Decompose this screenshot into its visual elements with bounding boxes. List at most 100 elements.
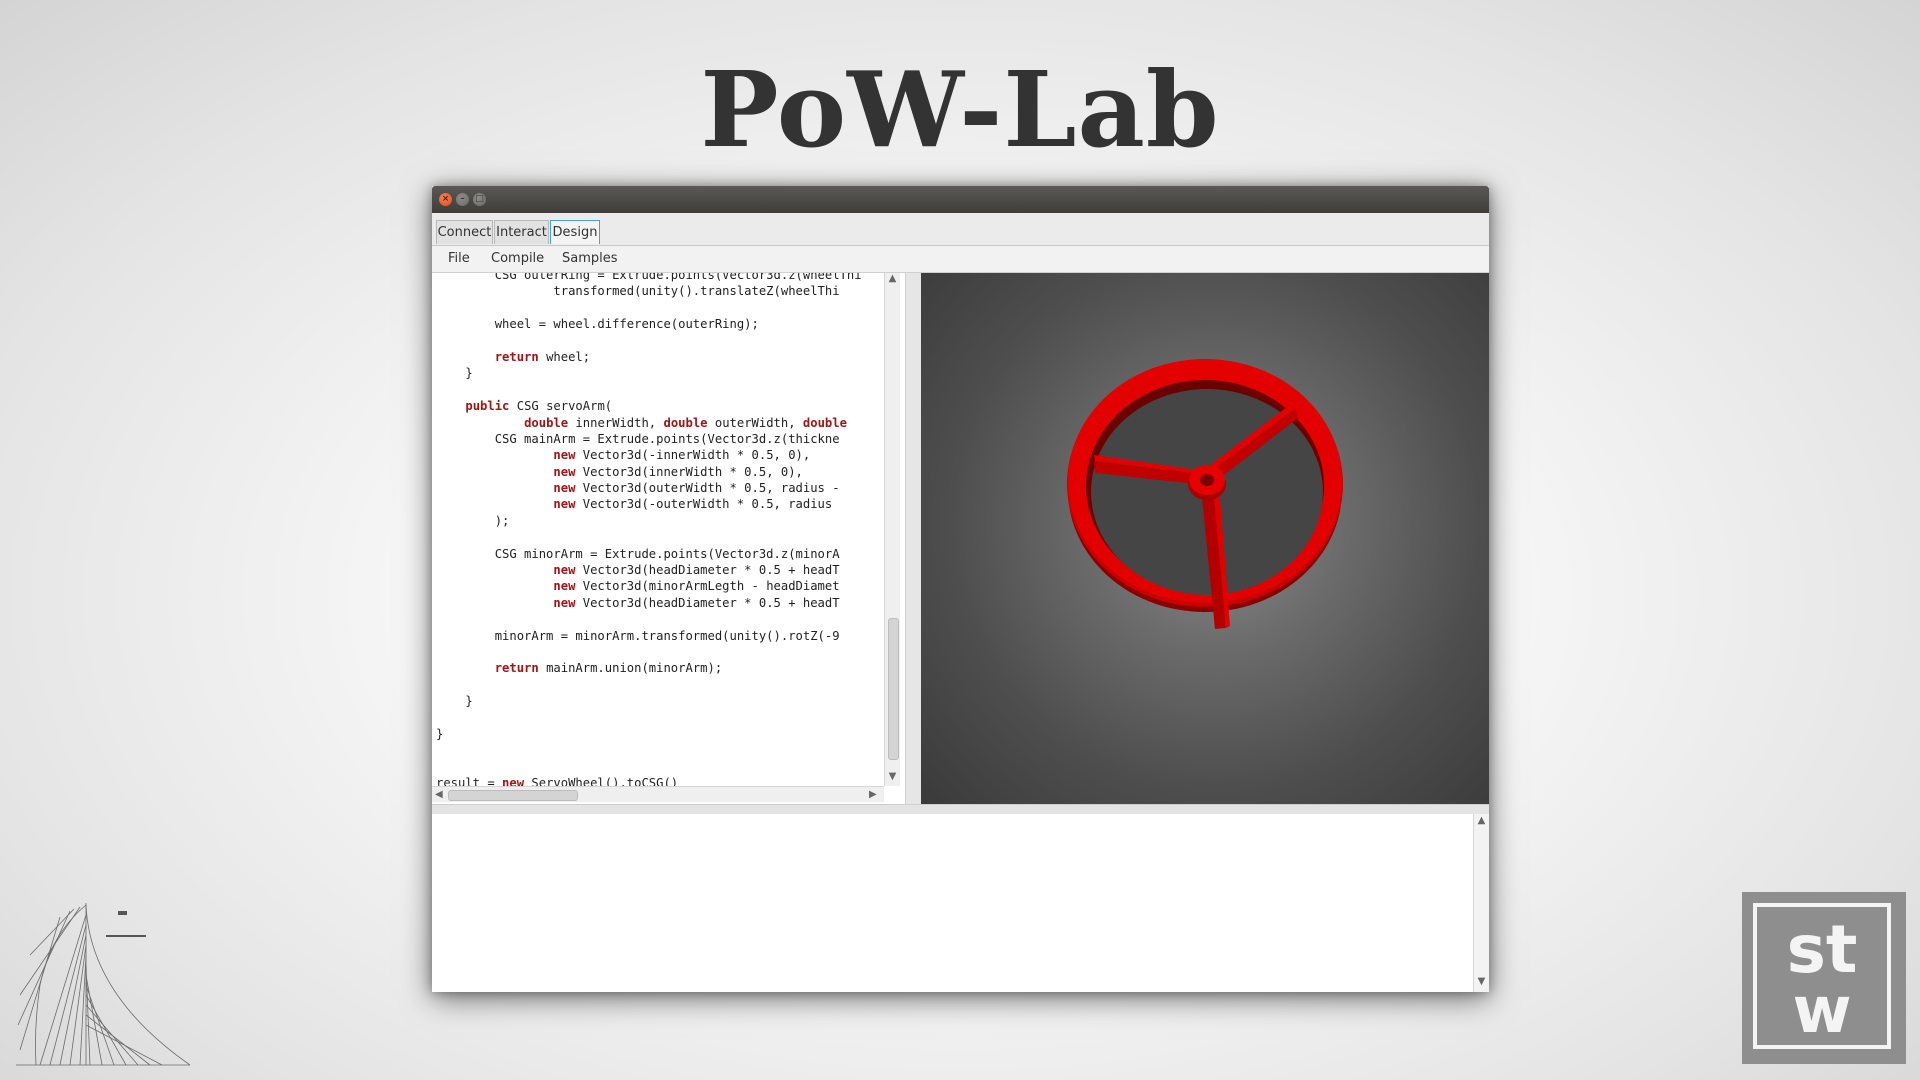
code-line[interactable]: transformed(unity().translateZ(wheelThi: [436, 283, 862, 299]
slide-title: PoW-Lab: [700, 48, 1220, 171]
code-keyword: new: [553, 464, 576, 479]
code-editor[interactable]: CSG outerRing = Extrude.points(Vector3d.…: [432, 273, 905, 804]
maximize-icon[interactable]: □: [473, 193, 486, 206]
code-keyword: double: [802, 415, 847, 430]
code-line[interactable]: new Vector3d(innerWidth * 0.5, 0),: [436, 464, 862, 480]
code-token: CSG minorArm = Extrude.points(Vector3d.z…: [436, 546, 840, 561]
scroll-up-icon[interactable]: ▲: [885, 273, 900, 284]
code-token: CSG mainArm = Extrude.points(Vector3d.z(…: [436, 431, 840, 446]
code-line[interactable]: return mainArm.union(minorArm);: [436, 660, 862, 676]
code-keyword: new: [553, 497, 576, 512]
code-token: }: [436, 694, 473, 709]
menu-compile[interactable]: Compile: [491, 251, 544, 266]
editor-horizontal-scrollbar[interactable]: ◀ ▶: [432, 786, 884, 802]
scroll-down-icon[interactable]: ▼: [885, 771, 900, 782]
editor-vertical-scrollbar[interactable]: ▲ ▼: [884, 273, 900, 786]
console-vertical-scrollbar[interactable]: ▲ ▼: [1473, 814, 1489, 992]
code-text[interactable]: CSG outerRing = Extrude.points(Vector3d.…: [436, 273, 862, 792]
code-line[interactable]: new Vector3d(headDiameter * 0.5 + headT: [436, 595, 862, 611]
code-keyword: new: [553, 563, 576, 578]
code-line[interactable]: CSG outerRing = Extrude.points(Vector3d.…: [436, 273, 862, 283]
pow-lab-window: × – □ Connect Interact Design File Compi…: [432, 186, 1489, 992]
code-keyword: new: [553, 579, 576, 594]
code-line[interactable]: [436, 529, 862, 545]
code-line[interactable]: [436, 611, 862, 627]
tab-design[interactable]: Design: [550, 220, 600, 244]
minimize-icon[interactable]: –: [456, 193, 469, 206]
code-line[interactable]: public CSG servoArm(: [436, 398, 862, 414]
code-line[interactable]: double innerWidth, double outerWidth, do…: [436, 415, 862, 431]
menu-file[interactable]: File: [448, 251, 470, 266]
code-token: Vector3d(-innerWidth * 0.5, 0),: [575, 448, 811, 463]
code-token: CSG servoArm(: [509, 399, 613, 414]
menu-bar: File Compile Samples: [432, 246, 1489, 273]
window-titlebar[interactable]: × – □: [432, 186, 1489, 213]
code-line[interactable]: wheel = wheel.difference(outerRing);: [436, 316, 862, 332]
editor-horizontal-scroll-thumb[interactable]: [448, 790, 578, 801]
code-keyword: return: [494, 661, 539, 676]
vertical-split-divider[interactable]: [905, 273, 922, 804]
3d-viewport[interactable]: [921, 273, 1489, 804]
code-line[interactable]: );: [436, 513, 862, 529]
tab-interact[interactable]: Interact: [494, 220, 549, 244]
code-token: Vector3d(headDiameter * 0.5 + headT: [575, 563, 840, 578]
code-line[interactable]: return wheel;: [436, 349, 862, 365]
code-token: minorArm = minorArm.transformed(unity().…: [436, 628, 840, 643]
code-line[interactable]: [436, 300, 862, 316]
code-line[interactable]: [436, 382, 862, 398]
tab-bar: Connect Interact Design: [432, 213, 1489, 246]
code-line[interactable]: new Vector3d(headDiameter * 0.5 + headT: [436, 562, 862, 578]
code-line[interactable]: }: [436, 726, 862, 742]
code-token: );: [436, 513, 510, 528]
code-token: wheel;: [538, 349, 591, 364]
code-line[interactable]: [436, 759, 862, 775]
menu-samples[interactable]: Samples: [562, 251, 618, 266]
code-keyword: new: [553, 448, 576, 463]
code-line[interactable]: CSG mainArm = Extrude.points(Vector3d.z(…: [436, 431, 862, 447]
code-token: CSG outerRing = Extrude.points(Vector3d.…: [436, 273, 862, 282]
code-token: }: [436, 366, 473, 381]
code-line[interactable]: minorArm = minorArm.transformed(unity().…: [436, 628, 862, 644]
code-line[interactable]: [436, 644, 862, 660]
code-line[interactable]: [436, 677, 862, 693]
code-line[interactable]: new Vector3d(-outerWidth * 0.5, radius: [436, 496, 862, 512]
code-line[interactable]: new Vector3d(outerWidth * 0.5, radius -: [436, 480, 862, 496]
code-keyword: double: [663, 415, 708, 430]
code-keyword: new: [553, 481, 576, 496]
code-keyword: public: [465, 399, 510, 414]
code-token: }: [436, 726, 444, 741]
curve-sketch-logo: [10, 895, 200, 1070]
code-token: innerWidth,: [568, 415, 664, 430]
scroll-right-icon[interactable]: ▶: [869, 787, 877, 802]
tab-connect[interactable]: Connect: [436, 220, 493, 244]
code-line[interactable]: new Vector3d(-innerWidth * 0.5, 0),: [436, 447, 862, 463]
code-token: mainArm.union(minorArm);: [538, 661, 723, 676]
stw-logo: st w: [1742, 892, 1906, 1064]
code-line[interactable]: CSG minorArm = Extrude.points(Vector3d.z…: [436, 546, 862, 562]
editor-vertical-scroll-thumb[interactable]: [888, 618, 899, 760]
code-line[interactable]: [436, 710, 862, 726]
console-scroll-down-icon[interactable]: ▼: [1474, 976, 1489, 987]
code-token: Vector3d(headDiameter * 0.5 + headT: [575, 595, 840, 610]
servo-wheel-model[interactable]: [921, 273, 1489, 804]
code-line[interactable]: }: [436, 693, 862, 709]
code-token: Vector3d(outerWidth * 0.5, radius -: [575, 481, 840, 496]
code-keyword: return: [494, 349, 539, 364]
code-line[interactable]: }: [436, 365, 862, 381]
code-keyword: double: [524, 415, 569, 430]
scroll-left-icon[interactable]: ◀: [435, 787, 443, 802]
code-line[interactable]: [436, 333, 862, 349]
code-token: transformed(unity().translateZ(wheelThi: [436, 284, 840, 299]
code-line[interactable]: [436, 742, 862, 758]
console-scroll-up-icon[interactable]: ▲: [1474, 815, 1489, 826]
close-icon[interactable]: ×: [439, 193, 452, 206]
code-line[interactable]: new Vector3d(minorArmLegth - headDiamet: [436, 578, 862, 594]
output-console[interactable]: ▲ ▼: [432, 814, 1489, 992]
